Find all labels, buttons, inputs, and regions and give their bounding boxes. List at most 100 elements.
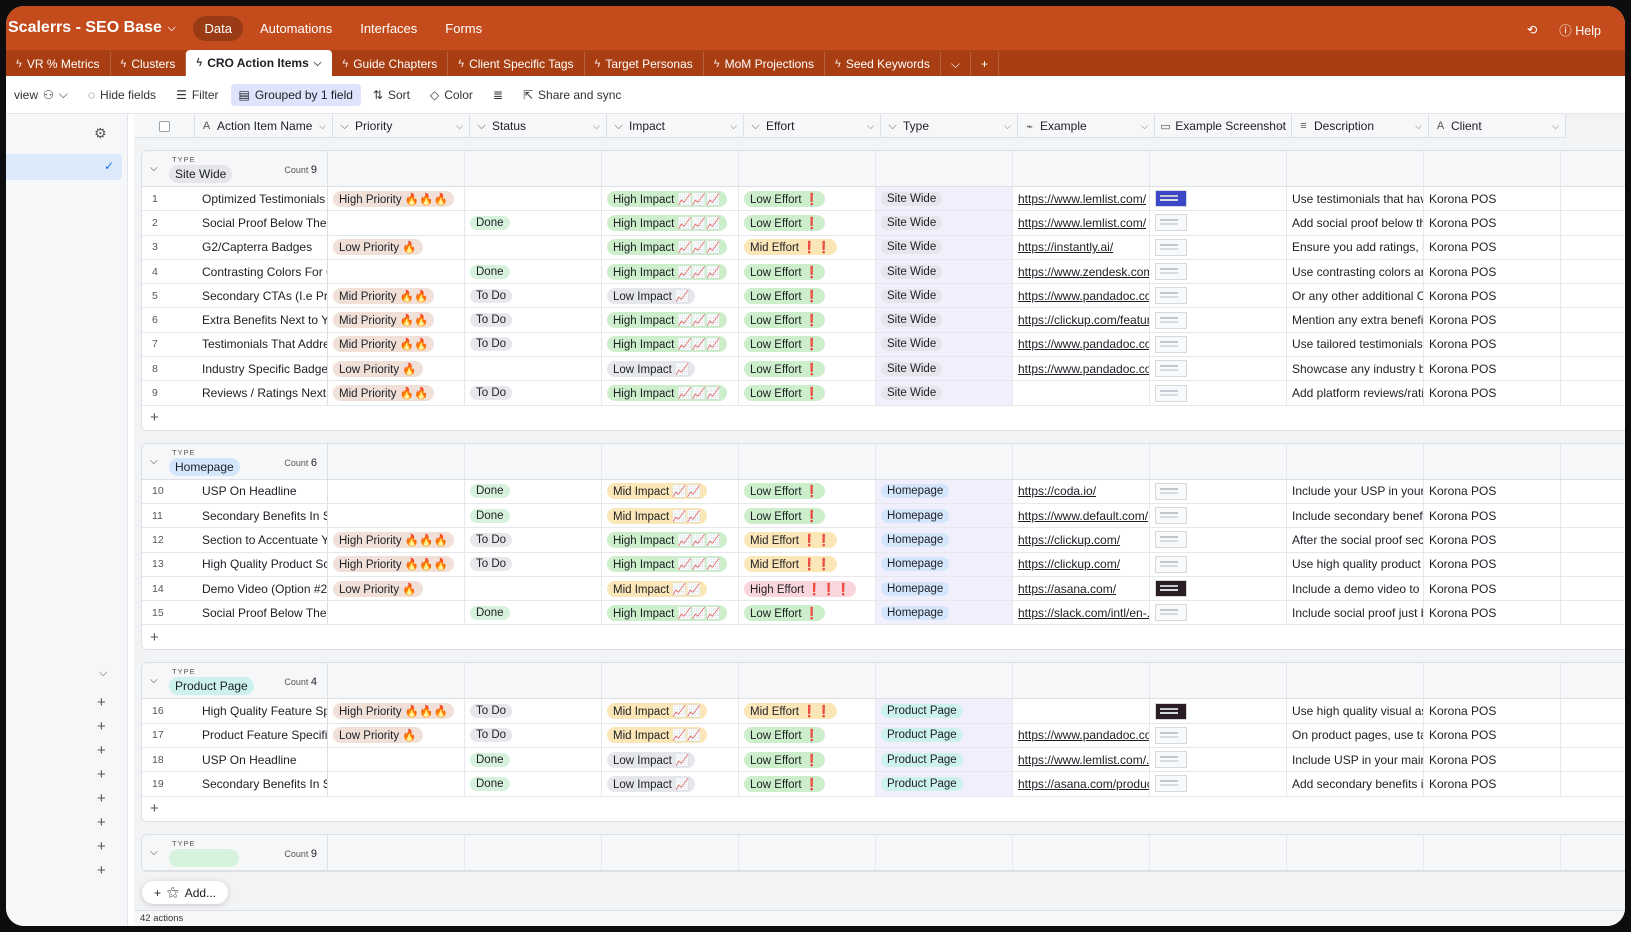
screenshot-cell[interactable] [1150,308,1287,332]
screenshot-cell[interactable] [1150,601,1287,625]
row-height-button[interactable]: ≣ [485,84,511,106]
impact-cell[interactable]: Mid Impact 📈📈 [602,503,739,528]
status-cell[interactable] [465,235,602,259]
screenshot-cell[interactable] [1150,211,1287,235]
screenshot-thumbnail[interactable] [1155,775,1187,793]
description-cell[interactable]: Add platform reviews/rati... [1287,381,1424,405]
description-cell[interactable]: Add secondary benefits i... [1287,772,1424,796]
impact-cell[interactable]: Low Impact 📈 [602,748,739,772]
action-item-name[interactable]: G2/Capterra Badges [197,235,328,259]
priority-cell[interactable]: Mid Priority 🔥🔥 [328,284,465,308]
screenshot-cell[interactable] [1150,528,1287,552]
table-row[interactable]: 5 Secondary CTAs (I.e Prici... Mid Priorit… [142,284,1625,309]
description-cell[interactable]: After the social proof sec... [1287,528,1424,552]
type-cell[interactable]: Homepage [876,528,1013,552]
plus-icon[interactable]: + [154,886,161,900]
chevron-down-icon[interactable]: ⌵ [99,667,107,680]
screenshot-cell[interactable] [1150,284,1287,308]
effort-cell[interactable]: Low Effort ❗ [739,748,876,772]
example-cell[interactable]: https://asana.com/product [1013,772,1150,796]
action-item-name[interactable]: Social Proof Below The F... [197,601,328,625]
status-cell[interactable]: Done [465,259,602,284]
table-row[interactable]: 2 Social Proof Below The H... Done High Imp… [142,211,1625,236]
type-cell[interactable]: Product Page [876,699,1013,723]
status-cell[interactable] [465,576,602,601]
impact-cell[interactable]: Mid Impact 📈📈 [602,699,739,723]
tab-target-personas[interactable]: ϟ Target Personas [585,52,704,76]
column-header-priority[interactable]: ⌵ Priority ⌵ [333,114,470,138]
screenshot-thumbnail[interactable] [1155,580,1187,597]
effort-cell[interactable]: Low Effort ❗ [739,381,876,405]
table-row[interactable]: 19 Secondary Benefits In Su... Done Low Imp… [142,772,1625,797]
client-cell[interactable]: Korona POS [1424,187,1561,211]
tab-guide-chapters[interactable]: ϟ Guide Chapters [332,52,449,76]
example-link[interactable]: https://slack.com/intl/en-... [1018,606,1149,620]
example-cell[interactable]: https://clickup.com/ [1013,552,1150,576]
effort-cell[interactable]: Low Effort ❗ [739,211,876,235]
add-row-button[interactable]: + [142,405,1625,430]
screenshot-cell[interactable] [1150,381,1287,405]
action-item-name[interactable]: Secondary Benefits In Su... [197,503,328,528]
column-header-client[interactable]: A Client ⌵ [1429,114,1566,138]
example-cell[interactable]: https://www.lemlist.com/ [1013,187,1150,211]
status-cell[interactable]: Done [465,772,602,796]
type-cell[interactable]: Site Wide [876,332,1013,357]
priority-cell[interactable]: Mid Priority 🔥🔥 [328,381,465,405]
type-cell[interactable]: Homepage [876,601,1013,625]
priority-cell[interactable] [328,503,465,528]
client-cell[interactable]: Korona POS [1424,479,1561,503]
client-cell[interactable]: Korona POS [1424,259,1561,284]
effort-cell[interactable]: Mid Effort ❗❗ [739,699,876,723]
screenshot-thumbnail[interactable] [1155,335,1187,353]
screenshot-thumbnail[interactable] [1155,238,1187,256]
column-header-description[interactable]: ≡ Description ⌵ [1292,114,1429,138]
tab-cro-action-items[interactable]: ϟ CRO Action Items ⌵ [186,50,333,76]
status-cell[interactable]: Done [465,211,602,235]
status-cell[interactable]: To Do [465,723,602,748]
example-cell[interactable]: https://www.lemlist.com/... [1013,748,1150,772]
status-cell[interactable]: To Do [465,552,602,576]
table-row[interactable]: 14 Demo Video (Option #2) Low Priority 🔥 Mi… [142,576,1625,602]
chevron-down-icon[interactable]: ⌵ [867,121,874,132]
action-item-name[interactable]: Contrasting Colors For CT... [197,259,328,284]
type-cell[interactable]: Homepage [876,503,1013,528]
example-link[interactable]: https://clickup.com/featur... [1018,313,1149,327]
screenshot-cell[interactable] [1150,552,1287,576]
action-item-name[interactable]: Demo Video (Option #2) [197,576,328,601]
description-cell[interactable]: Include USP in your main ... [1287,748,1424,772]
action-item-name[interactable]: USP On Headline [197,479,328,503]
description-cell[interactable]: Or any other additional C... [1287,284,1424,308]
nav-forms[interactable]: Forms [434,16,493,41]
example-link[interactable]: https://www.default.com/ [1018,509,1148,523]
action-item-name[interactable]: Industry Specific Badges [197,357,328,381]
column-header-impact[interactable]: ⌵ Impact ⌵ [607,114,744,138]
table-row[interactable]: 7 Testimonials That Addres... Mid Priority… [142,332,1625,358]
status-cell[interactable]: To Do [465,381,602,405]
priority-cell[interactable] [328,772,465,796]
effort-cell[interactable]: Low Effort ❗ [739,259,876,284]
example-link[interactable]: https://coda.io/ [1018,484,1096,498]
description-cell[interactable]: Include your USP in your ... [1287,479,1424,503]
screenshot-thumbnail[interactable] [1155,287,1187,305]
effort-cell[interactable]: Low Effort ❗ [739,601,876,625]
add-row-button[interactable]: + [142,796,1625,821]
gear-icon[interactable]: ⚙ [94,125,107,142]
priority-cell[interactable]: Low Priority 🔥 [328,357,465,381]
action-item-name[interactable]: Product Feature Specific ... [197,723,328,748]
table-row[interactable]: 4 Contrasting Colors For CT... Done High Im… [142,259,1625,285]
description-cell[interactable]: Include secondary benefi... [1287,503,1424,528]
screenshot-cell[interactable] [1150,576,1287,601]
description-cell[interactable]: Showcase any industry b... [1287,357,1424,381]
status-cell[interactable]: To Do [465,308,602,332]
screenshot-cell[interactable] [1150,772,1287,796]
priority-cell[interactable] [328,601,465,625]
client-cell[interactable]: Korona POS [1424,601,1561,625]
table-row[interactable]: 1 Optimized Testimonials High Priority 🔥🔥🔥… [142,187,1625,212]
screenshot-cell[interactable] [1150,503,1287,528]
example-cell[interactable] [1013,381,1150,405]
screenshot-thumbnail[interactable] [1155,214,1187,232]
action-item-name[interactable]: High Quality Product Scr... [197,552,328,576]
description-cell[interactable]: Use high quality visual as... [1287,699,1424,723]
status-cell[interactable]: Done [465,479,602,503]
client-cell[interactable]: Korona POS [1424,357,1561,381]
